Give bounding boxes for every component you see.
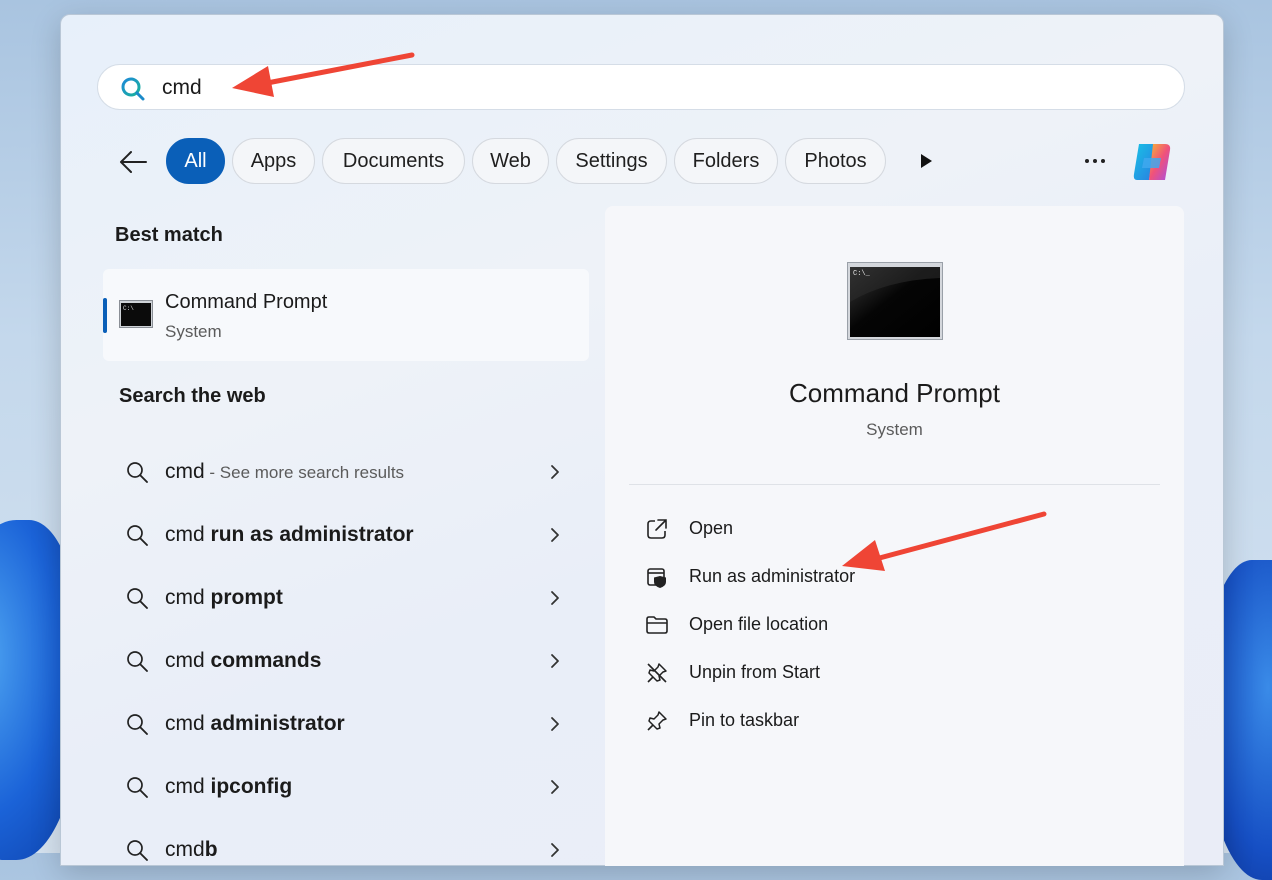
filter-photos[interactable]: Photos bbox=[785, 138, 886, 184]
filter-bar: All Apps Documents Web Settings Folders … bbox=[61, 138, 1223, 186]
divider bbox=[629, 484, 1160, 485]
filter-web[interactable]: Web bbox=[472, 138, 549, 184]
command-prompt-icon: C:\ bbox=[119, 300, 153, 328]
svg-text:C:\: C:\ bbox=[123, 305, 134, 312]
search-box[interactable]: cmd bbox=[97, 64, 1185, 110]
web-suggestion-text: cmd commands bbox=[165, 649, 321, 673]
filter-all[interactable]: All bbox=[166, 138, 225, 184]
web-suggestion-text: cmd run as administrator bbox=[165, 523, 414, 547]
web-suggestion-text: cmdb bbox=[165, 838, 218, 862]
suggestion-completion: run as administrator bbox=[210, 523, 414, 546]
action-label: Open bbox=[689, 518, 734, 538]
suggestion-query: cmd bbox=[165, 838, 205, 861]
open-external-icon bbox=[645, 517, 669, 541]
web-suggestion-item[interactable]: cmd run as administrator bbox=[103, 507, 589, 563]
suggestion-query: cmd bbox=[165, 775, 211, 798]
start-search-panel: cmd All Apps Documents Web Settings Fold… bbox=[60, 14, 1224, 866]
preview-pane: C:\_ Command Prompt System Open Run as a… bbox=[605, 206, 1184, 866]
web-suggestion-text: cmd prompt bbox=[165, 586, 283, 610]
svg-text:C:\_: C:\_ bbox=[853, 270, 871, 278]
folder-icon bbox=[645, 613, 669, 637]
best-match-heading: Best match bbox=[115, 224, 223, 246]
web-suggestion-text: cmd administrator bbox=[165, 712, 345, 736]
action-pin-to-taskbar[interactable]: Pin to taskbar bbox=[645, 701, 1145, 741]
web-suggestion-text: cmd ipconfig bbox=[165, 775, 292, 799]
unpin-icon bbox=[645, 661, 669, 685]
filter-documents[interactable]: Documents bbox=[322, 138, 465, 184]
search-icon bbox=[125, 775, 149, 804]
preview-title: Command Prompt bbox=[789, 378, 1000, 408]
chevron-right-icon[interactable] bbox=[549, 777, 561, 802]
more-options-icon[interactable] bbox=[1083, 151, 1107, 171]
search-icon bbox=[125, 712, 149, 741]
action-run-as-administrator[interactable]: Run as administrator bbox=[645, 557, 1145, 597]
suggestion-completion: b bbox=[204, 838, 218, 861]
selection-indicator bbox=[103, 298, 107, 333]
suggestion-query: cmd bbox=[165, 649, 211, 672]
web-suggestion-item[interactable]: cmd prompt bbox=[103, 570, 589, 626]
chevron-right-icon[interactable] bbox=[549, 525, 561, 550]
more-filters-arrow-icon[interactable] bbox=[916, 151, 936, 171]
pin-icon bbox=[645, 709, 669, 733]
web-suggestion-item[interactable]: cmd - See more search results bbox=[103, 444, 589, 500]
action-label: Open file location bbox=[689, 614, 829, 634]
search-icon bbox=[125, 523, 149, 552]
shield-window-icon bbox=[645, 565, 669, 589]
search-icon bbox=[120, 76, 146, 107]
preview-subtitle: System bbox=[866, 420, 923, 439]
search-icon bbox=[125, 460, 149, 489]
back-arrow-icon[interactable] bbox=[118, 149, 148, 175]
best-match-item[interactable]: C:\ Command Prompt System bbox=[103, 269, 589, 361]
suggestion-completion: administrator bbox=[210, 712, 345, 735]
copilot-icon[interactable] bbox=[1129, 138, 1179, 186]
suggestion-query: cmd bbox=[165, 586, 211, 609]
filter-folders[interactable]: Folders bbox=[674, 138, 778, 184]
action-open[interactable]: Open bbox=[645, 509, 1145, 549]
suggestion-completion: prompt bbox=[210, 586, 283, 609]
suggestion-completion: ipconfig bbox=[210, 775, 293, 798]
search-icon bbox=[125, 649, 149, 678]
suggestion-query: cmd bbox=[165, 460, 205, 483]
suggestion-completion: commands bbox=[210, 649, 322, 672]
action-label: Run as administrator bbox=[689, 566, 856, 586]
web-suggestion-item[interactable]: cmd commands bbox=[103, 633, 589, 689]
web-suggestion-item[interactable]: cmd ipconfig bbox=[103, 759, 589, 815]
best-match-name: Command Prompt bbox=[165, 291, 328, 313]
search-icon bbox=[125, 586, 149, 615]
filter-settings[interactable]: Settings bbox=[556, 138, 667, 184]
chevron-right-icon[interactable] bbox=[549, 714, 561, 739]
action-open-file-location[interactable]: Open file location bbox=[645, 605, 1145, 645]
web-suggestion-item[interactable]: cmd administrator bbox=[103, 696, 589, 752]
search-input[interactable]: cmd bbox=[162, 76, 202, 100]
web-suggestion-item[interactable]: cmdb bbox=[103, 822, 589, 878]
chevron-right-icon[interactable] bbox=[549, 588, 561, 613]
filter-apps[interactable]: Apps bbox=[232, 138, 315, 184]
action-label: Pin to taskbar bbox=[689, 710, 800, 730]
search-web-heading: Search the web bbox=[119, 385, 266, 407]
suggestion-query: cmd bbox=[165, 712, 211, 735]
action-label: Unpin from Start bbox=[689, 662, 821, 682]
suggestion-query: cmd bbox=[165, 523, 211, 546]
web-suggestion-text: cmd - See more search results bbox=[165, 460, 404, 484]
command-prompt-large-icon: C:\_ bbox=[847, 262, 943, 340]
best-match-type: System bbox=[165, 322, 222, 341]
suggestion-hint: - See more search results bbox=[204, 463, 405, 482]
chevron-right-icon[interactable] bbox=[549, 651, 561, 676]
chevron-right-icon[interactable] bbox=[549, 462, 561, 487]
action-unpin-from-start[interactable]: Unpin from Start bbox=[645, 653, 1145, 693]
